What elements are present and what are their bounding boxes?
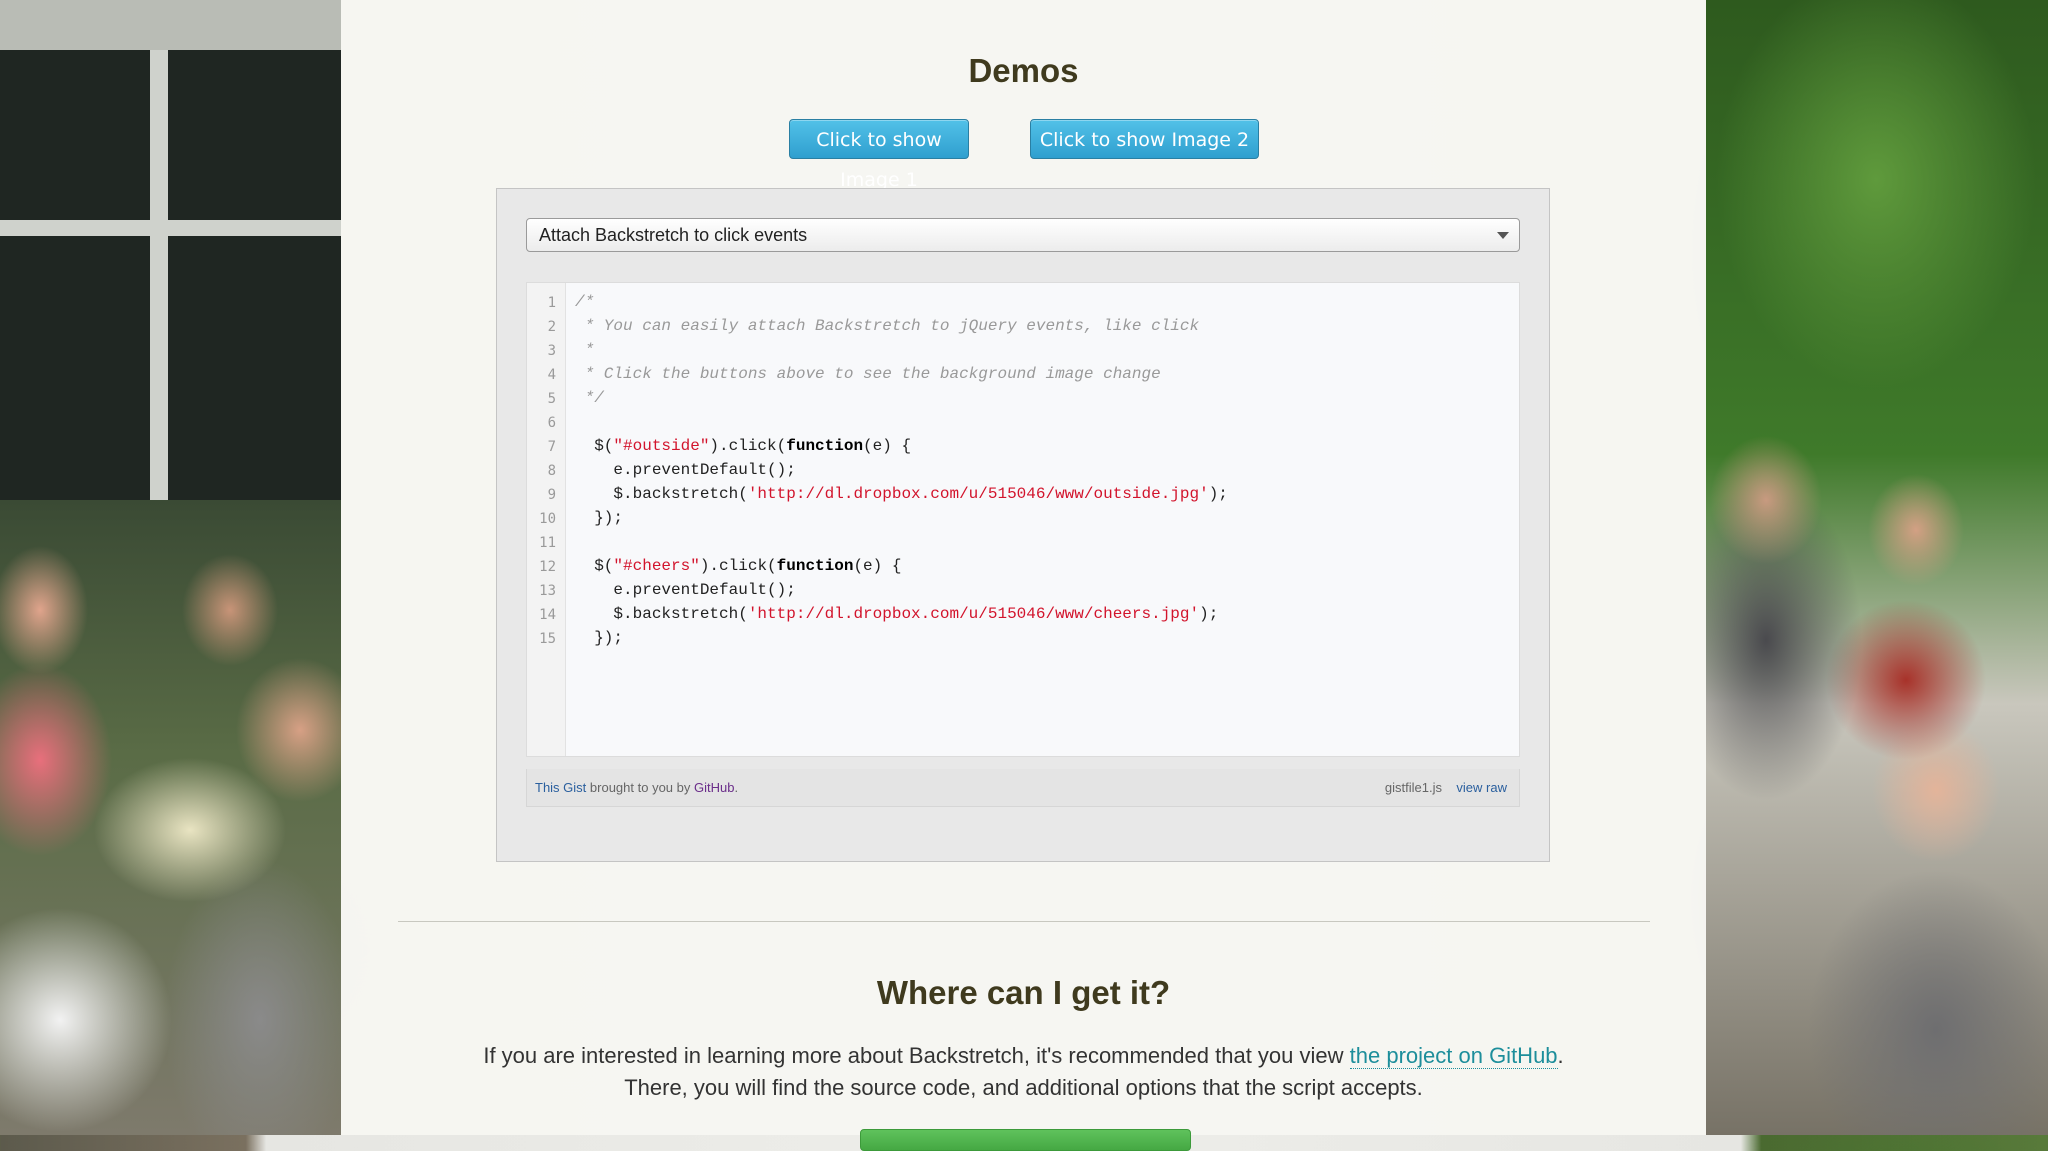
code-line: });	[575, 509, 623, 527]
where-text-period: .	[1557, 1043, 1564, 1068]
show-image-2-button[interactable]: Click to show Image 2	[1030, 119, 1259, 159]
code-token: *	[575, 341, 595, 359]
window-frame	[0, 220, 341, 236]
code-token: 'http://dl.dropbox.com/u/515046/www/outs…	[747, 485, 1209, 503]
background-crowd	[0, 500, 341, 1135]
gist-footer: This Gist brought to you by GitHub. gist…	[526, 769, 1520, 807]
line-number: 13	[539, 583, 556, 599]
code-token: "#outside"	[613, 437, 710, 455]
code-token: });	[575, 509, 624, 527]
code-line: });	[575, 629, 623, 647]
line-number: 4	[547, 367, 556, 383]
window-frame	[150, 50, 168, 510]
line-number: 9	[547, 487, 556, 503]
gist-file-select[interactable]: Attach Backstretch to click events	[526, 218, 1520, 252]
line-number: 3	[547, 343, 556, 359]
code-token: $(	[575, 557, 614, 575]
code-line: *	[575, 341, 595, 359]
code-token: ).click(	[699, 557, 777, 575]
code-line: e.preventDefault();	[575, 461, 796, 479]
line-number: 10	[539, 511, 556, 527]
code-token: function	[786, 437, 864, 455]
code-token: */	[575, 389, 604, 407]
code-token: $.backstretch(	[575, 605, 748, 623]
code-token: e.preventDefault();	[575, 581, 796, 599]
code-token: e.preventDefault();	[575, 461, 796, 479]
github-link[interactable]: GitHub	[694, 780, 734, 795]
line-number: 7	[547, 439, 556, 455]
code-line: e.preventDefault();	[575, 581, 796, 599]
gist-file-select-value: Attach Backstretch to click events	[539, 225, 808, 245]
background-photo-right	[1706, 0, 2048, 1135]
code-token: ).click(	[709, 437, 787, 455]
where-text-1: If you are interested in learning more a…	[483, 1043, 1350, 1068]
background-photo-left	[0, 0, 341, 1135]
code-line: /*	[575, 293, 594, 311]
line-number: 14	[539, 607, 556, 623]
code-token: /*	[575, 293, 595, 311]
code-token: function	[776, 557, 854, 575]
line-number: 15	[539, 631, 556, 647]
line-number: 12	[539, 559, 556, 575]
gist-file-info: gistfile1.js view raw	[1385, 769, 1507, 807]
code-token: );	[1199, 605, 1219, 623]
background-window	[0, 50, 341, 510]
line-number: 1	[547, 295, 556, 311]
demos-heading: Demos	[968, 52, 1079, 89]
code-token: $.backstretch(	[575, 485, 748, 503]
chevron-down-icon[interactable]	[1497, 232, 1509, 239]
line-number: 11	[539, 535, 556, 551]
gist-credit: This Gist brought to you by GitHub.	[535, 769, 738, 807]
code-block: 1 2 3 4 5 6 7 8 9 10 11 12 13 14 15 /* * You can easil…	[526, 282, 1520, 757]
code-token: * You can easily attach Backstretch to j…	[575, 317, 1200, 335]
gist-credit-text: brought to you by	[586, 780, 694, 795]
line-number: 8	[547, 463, 556, 479]
main-content: Demos Click to show Image 1 Click to sho…	[341, 0, 1706, 1151]
download-button[interactable]	[860, 1129, 1191, 1151]
this-gist-link[interactable]: This Gist	[535, 780, 586, 795]
gist-filename: gistfile1.js	[1384, 780, 1442, 795]
code-token: "#cheers"	[613, 557, 700, 575]
code-token: $(	[575, 437, 614, 455]
code-line: $.backstretch('http://dl.dropbox.com/u/5…	[575, 605, 1218, 623]
code-token: );	[1208, 485, 1228, 503]
code-token: (e) {	[853, 557, 902, 575]
code-line: $.backstretch('http://dl.dropbox.com/u/5…	[575, 485, 1228, 503]
code-token: 'http://dl.dropbox.com/u/515046/www/chee…	[747, 605, 1200, 623]
where-text-2: There, you will find the source code, an…	[624, 1075, 1423, 1100]
view-raw-link[interactable]: view raw	[1456, 780, 1507, 795]
line-number-gutter: 1 2 3 4 5 6 7 8 9 10 11 12 13 14 15	[527, 283, 566, 756]
code-token: (e) {	[863, 437, 912, 455]
code-line: * You can easily attach Backstretch to j…	[575, 317, 1200, 335]
line-number: 2	[547, 319, 556, 335]
code-token: });	[575, 629, 624, 647]
line-number: 5	[547, 391, 556, 407]
code-line: $("#cheers").click(function(e) {	[575, 557, 901, 575]
github-project-link[interactable]: the project on GitHub	[1349, 1043, 1558, 1069]
where-heading: Where can I get it?	[876, 974, 1171, 1011]
code-line: $("#outside").click(function(e) {	[575, 437, 911, 455]
gist-embed: Attach Backstretch to click events 12345…	[496, 188, 1550, 862]
line-number: 6	[547, 415, 556, 431]
section-divider	[398, 921, 1650, 922]
gist-credit-period: .	[734, 780, 739, 795]
code-token: * Click the buttons above to see the bac…	[575, 365, 1161, 383]
code-line: * Click the buttons above to see the bac…	[575, 365, 1161, 383]
show-image-1-button[interactable]: Click to show Image 1	[789, 119, 969, 191]
where-paragraph: If you are interested in learning more a…	[341, 1040, 1706, 1104]
code-line: */	[575, 389, 604, 407]
